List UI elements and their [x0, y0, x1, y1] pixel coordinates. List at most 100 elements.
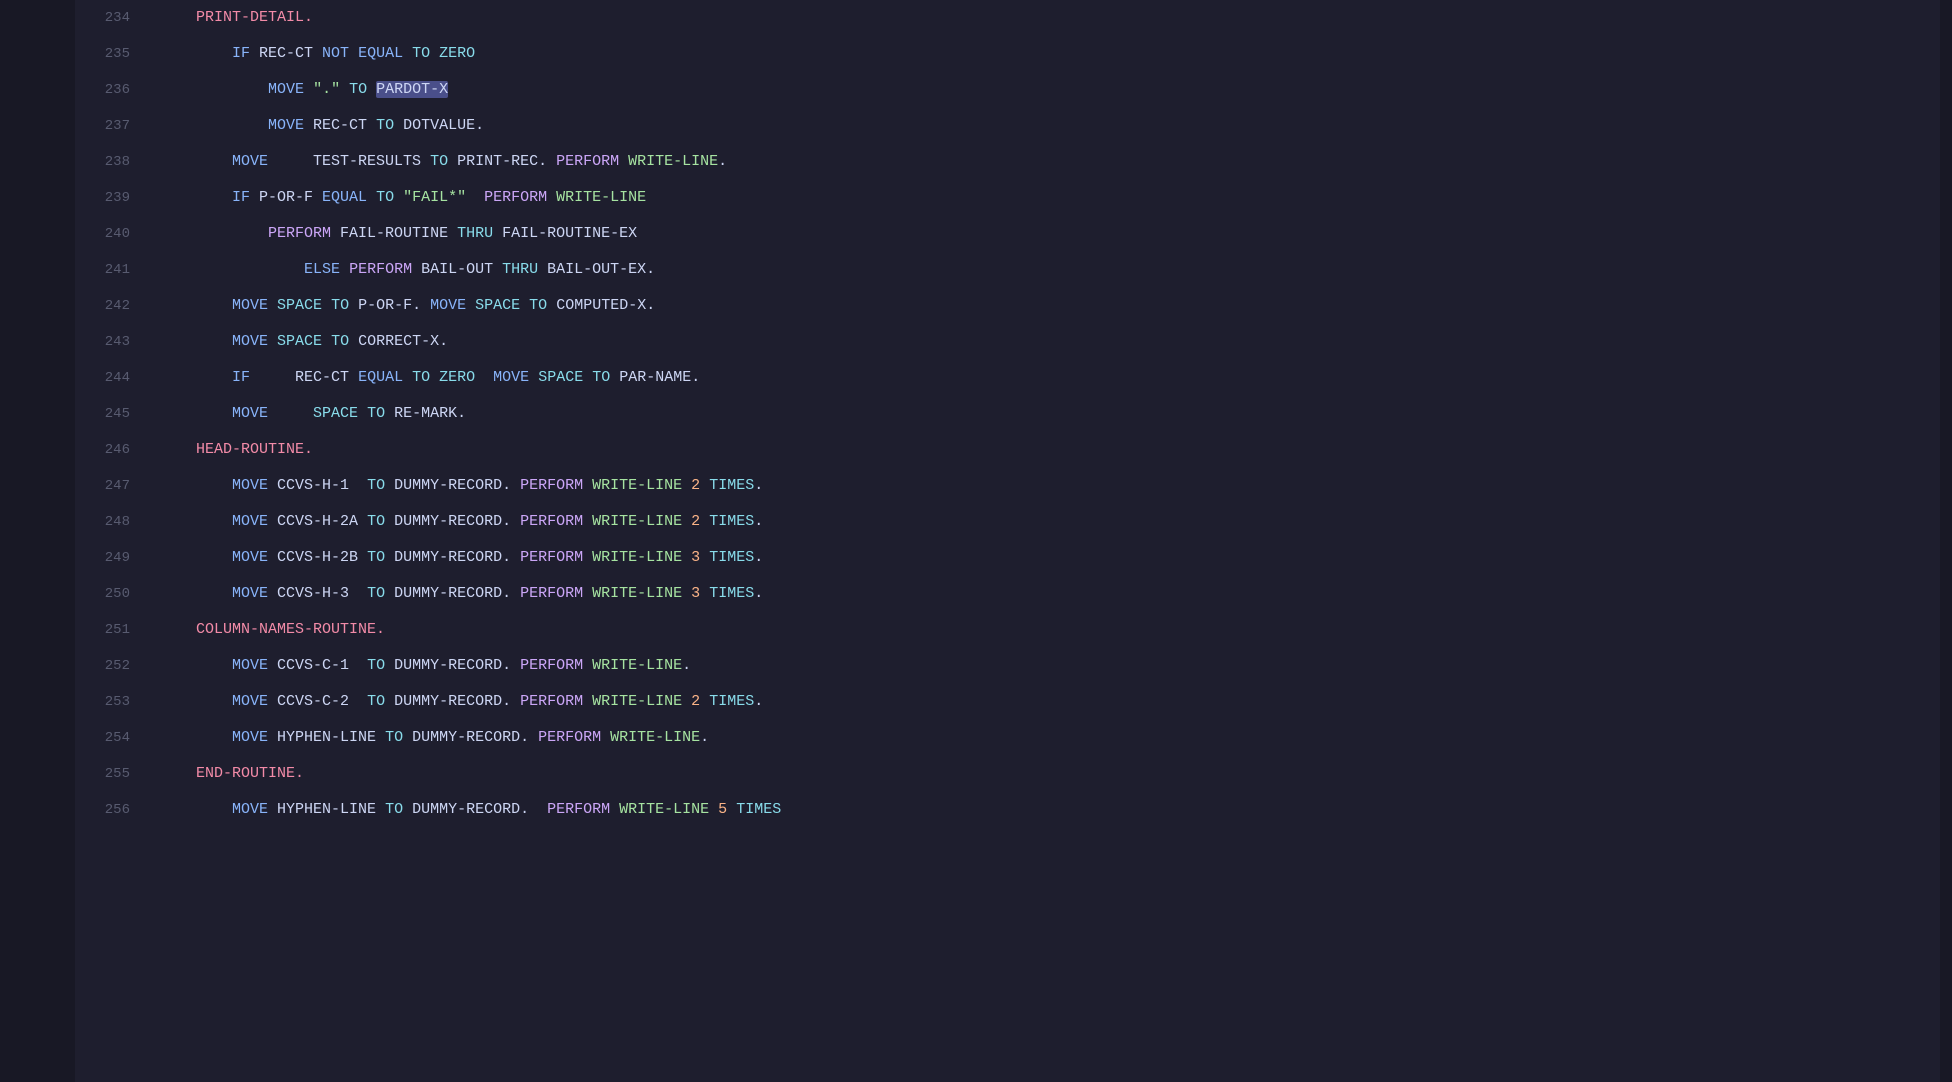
token: TO: [367, 693, 385, 710]
line-number: 235: [75, 36, 150, 72]
token: HYPHEN-LINE: [268, 729, 385, 746]
line-content: END-ROUTINE.: [150, 756, 1940, 792]
token: 2: [691, 477, 700, 494]
line-number: 254: [75, 720, 150, 756]
token: MOVE: [232, 585, 268, 602]
line-number: 247: [75, 468, 150, 504]
line-number: 239: [75, 180, 150, 216]
token: [322, 333, 331, 350]
token: [160, 513, 232, 530]
token: FAIL-ROUTINE-EX: [493, 225, 637, 242]
token: .: [754, 585, 763, 602]
token: MOVE: [232, 513, 268, 530]
token: [466, 297, 475, 314]
token: MOVE: [232, 729, 268, 746]
token: REC-CT: [304, 117, 376, 134]
token: [682, 693, 691, 710]
token: REC-CT: [250, 45, 322, 62]
code-line: 247 MOVE CCVS-H-1 TO DUMMY-RECORD. PERFO…: [75, 468, 1940, 504]
line-content: IF P-OR-F EQUAL TO "FAIL*" PERFORM WRITE…: [150, 180, 1940, 216]
token: [430, 45, 439, 62]
token: WRITE-LINE: [592, 585, 682, 602]
token: IF: [232, 189, 250, 206]
token: TO: [367, 513, 385, 530]
line-number: 236: [75, 72, 150, 108]
code-line: 243 MOVE SPACE TO CORRECT-X.: [75, 324, 1940, 360]
token: PERFORM: [556, 153, 619, 170]
token: [160, 801, 232, 818]
code-line: 250 MOVE CCVS-H-3 TO DUMMY-RECORD. PERFO…: [75, 576, 1940, 612]
token: ZERO: [439, 369, 475, 386]
token: [160, 477, 232, 494]
token: ".": [313, 81, 340, 98]
token: TO: [376, 189, 394, 206]
token: .: [754, 549, 763, 566]
line-content: MOVE HYPHEN-LINE TO DUMMY-RECORD. PERFOR…: [150, 792, 1940, 828]
token: [475, 369, 493, 386]
token: MOVE: [232, 405, 268, 422]
token: [520, 297, 529, 314]
token: MOVE: [232, 657, 268, 674]
token: TIMES: [736, 801, 781, 818]
token: [304, 81, 313, 98]
token: TO: [412, 369, 430, 386]
line-number: 240: [75, 216, 150, 252]
line-content: MOVE CCVS-H-2A TO DUMMY-RECORD. PERFORM …: [150, 504, 1940, 540]
token: DUMMY-RECORD.: [385, 549, 520, 566]
code-line: 256 MOVE HYPHEN-LINE TO DUMMY-RECORD. PE…: [75, 792, 1940, 828]
token: NOT: [322, 45, 349, 62]
token: 2: [691, 693, 700, 710]
token: DUMMY-RECORD.: [385, 657, 520, 674]
line-content: IF REC-CT NOT EQUAL TO ZERO: [150, 36, 1940, 72]
token: TO: [385, 801, 403, 818]
token: WRITE-LINE: [610, 729, 700, 746]
line-content: MOVE SPACE TO CORRECT-X.: [150, 324, 1940, 360]
token: [160, 261, 304, 278]
token: ELSE: [304, 261, 340, 278]
token: [160, 729, 232, 746]
token: MOVE: [268, 81, 304, 98]
token: EQUAL: [358, 45, 403, 62]
token: WRITE-LINE: [592, 513, 682, 530]
token: [601, 729, 610, 746]
token: .: [754, 693, 763, 710]
token: [268, 405, 313, 422]
token: [340, 261, 349, 278]
token: EQUAL: [322, 189, 367, 206]
code-line: 240 PERFORM FAIL-ROUTINE THRU FAIL-ROUTI…: [75, 216, 1940, 252]
code-area[interactable]: 234 PRINT-DETAIL.235 IF REC-CT NOT EQUAL…: [75, 0, 1940, 1082]
token: [682, 585, 691, 602]
code-line: 234 PRINT-DETAIL.: [75, 0, 1940, 36]
code-line: 235 IF REC-CT NOT EQUAL TO ZERO: [75, 36, 1940, 72]
token: 5: [718, 801, 727, 818]
token: TIMES: [709, 549, 754, 566]
token: [160, 657, 232, 674]
token: [160, 405, 232, 422]
token: [583, 549, 592, 566]
token: [583, 477, 592, 494]
line-content: MOVE CCVS-H-1 TO DUMMY-RECORD. PERFORM W…: [150, 468, 1940, 504]
code-line: 255 END-ROUTINE.: [75, 756, 1940, 792]
line-number: 255: [75, 756, 150, 792]
token: MOVE: [493, 369, 529, 386]
token: HYPHEN-LINE: [268, 801, 385, 818]
token: [403, 45, 412, 62]
token: SPACE: [277, 333, 322, 350]
token: PERFORM: [268, 225, 331, 242]
line-number: 245: [75, 396, 150, 432]
token: TO: [349, 81, 367, 98]
token: PERFORM: [349, 261, 412, 278]
token: MOVE: [430, 297, 466, 314]
code-line: 249 MOVE CCVS-H-2B TO DUMMY-RECORD. PERF…: [75, 540, 1940, 576]
token: "FAIL*": [403, 189, 466, 206]
token: [160, 81, 268, 98]
code-line: 245 MOVE SPACE TO RE-MARK.: [75, 396, 1940, 432]
token: WRITE-LINE: [592, 657, 682, 674]
editor-container: 234 PRINT-DETAIL.235 IF REC-CT NOT EQUAL…: [0, 0, 1952, 1082]
token: [700, 549, 709, 566]
token: [583, 693, 592, 710]
token: [160, 225, 268, 242]
token: PERFORM: [520, 477, 583, 494]
token: THRU: [457, 225, 493, 242]
scrollbar-right[interactable]: [1940, 0, 1952, 1082]
